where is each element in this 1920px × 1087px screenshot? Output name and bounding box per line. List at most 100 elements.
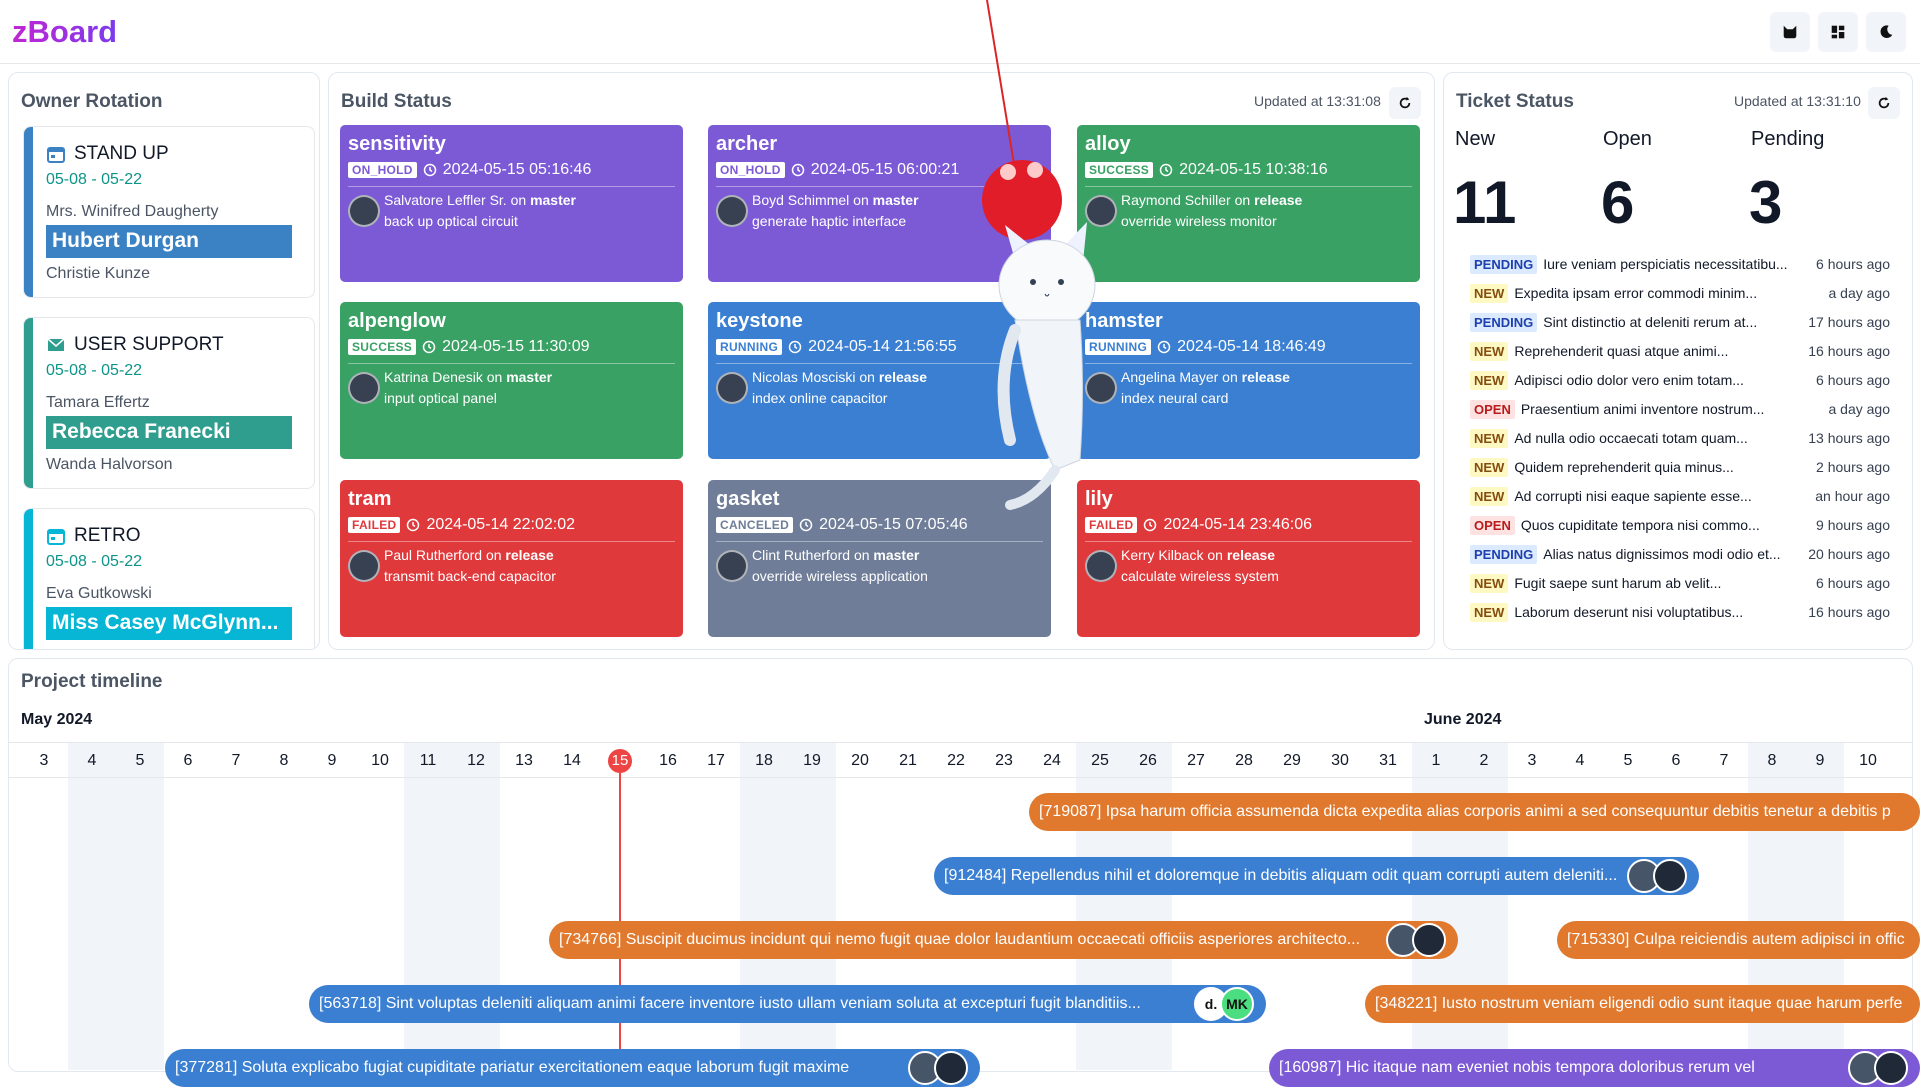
build-name: sensitivity: [348, 133, 446, 155]
build-author: Nicolas Mosciski: [752, 369, 856, 385]
build-author-line: Angelina Mayer on release: [1121, 369, 1290, 385]
ticket-time: a day ago: [1828, 401, 1891, 417]
build-time: 2024-05-14 18:46:49: [1177, 338, 1326, 355]
timeline-task[interactable]: [719087] Ipsa harum officia assumenda di…: [1029, 793, 1920, 831]
avatar: [1874, 1051, 1908, 1085]
ticket-row[interactable]: NEW Fugit saepe sunt harum ab velit... 6 h…: [1470, 571, 1890, 595]
build-status-badge: CANCELED: [716, 517, 794, 533]
ticket-row[interactable]: NEW Ad nulla odio occaecati totam quam...…: [1470, 426, 1890, 450]
build-author-line: Paul Rutherford on release: [384, 547, 554, 563]
build-time: 2024-05-14 21:56:55: [808, 338, 957, 355]
weekend-column: [68, 742, 116, 1070]
ticket-count-label-pending: Pending: [1751, 128, 1825, 150]
avatar: [934, 1051, 968, 1085]
ticket-status-badge: OPEN: [1470, 515, 1515, 535]
build-on-text: on: [1207, 547, 1223, 563]
ticket-row[interactable]: NEW Reprehenderit quasi atque animi... 16 …: [1470, 339, 1890, 363]
day-label: 26: [1139, 752, 1157, 769]
day-label: 10: [371, 752, 389, 769]
build-author-line: Katrina Denesik on master: [384, 369, 552, 385]
build-card[interactable]: alpenglow SUCCESS 2024-05-15 11:30:09 Katri…: [340, 302, 683, 459]
day-label: 28: [1235, 752, 1253, 769]
ticket-title: Fugit saepe sunt harum ab velit...: [1514, 575, 1722, 591]
build-time: 2024-05-15 06:00:21: [810, 161, 960, 178]
app-logo[interactable]: zBoard: [12, 14, 117, 50]
day-label: 21: [899, 752, 917, 769]
build-author: Raymond Schiller: [1121, 192, 1231, 208]
avatar: MK: [1220, 987, 1254, 1021]
build-card[interactable]: lily FAILED 2024-05-14 23:46:06 Kerry Kilba…: [1077, 480, 1420, 637]
build-branch: release: [878, 369, 928, 385]
rotation-previous-owner: Eva Gutkowski: [46, 585, 152, 602]
rotation-current-owner: Miss Casey McGlynn...: [46, 607, 292, 640]
ticket-time: an hour ago: [1815, 488, 1890, 504]
ticket-row[interactable]: NEW Expedita ipsam error commodi minim...…: [1470, 281, 1890, 305]
day-label: 4: [1575, 752, 1585, 769]
build-time: 2024-05-15 07:05:46: [819, 516, 968, 533]
rotation-next-owner: Christie Kunze: [46, 265, 151, 282]
build-time: 2024-05-15 11:30:09: [442, 338, 590, 355]
day-label: 18: [755, 752, 773, 769]
build-status-panel: Build Status Updated at 13:31:08 sensiti…: [328, 72, 1435, 650]
timeline-task[interactable]: [563718] Sint voluptas deleniti aliquam …: [309, 985, 1266, 1023]
timeline-task[interactable]: [912484] Repellendus nihil et doloremque…: [934, 857, 1699, 895]
rotation-header: USER SUPPORT: [46, 334, 224, 356]
build-card[interactable]: sensitivity ON_HOLD 2024-05-15 05:16:46 Sal…: [340, 125, 683, 282]
day-label: 11: [419, 752, 437, 769]
dashboard-button[interactable]: [1818, 12, 1858, 52]
timeline-task[interactable]: [348221] Iusto nostrum veniam eligendi o…: [1365, 985, 1920, 1023]
ticket-row[interactable]: NEW Quidem reprehenderit quia minus... 2 h…: [1470, 455, 1890, 479]
rotation-dates: 05-08 - 05-22: [46, 553, 143, 570]
clock-icon: [1159, 163, 1173, 177]
ticket-time: 6 hours ago: [1816, 256, 1890, 272]
timeline-task[interactable]: [377281] Soluta explicabo fugiat cupidit…: [165, 1049, 980, 1087]
rotation-previous-owner: Tamara Effertz: [46, 394, 150, 411]
ticket-row[interactable]: OPEN Quos cupiditate tempora nisi commo..…: [1470, 513, 1890, 537]
build-card[interactable]: tram FAILED 2024-05-14 22:02:02 Paul Ruther…: [340, 480, 683, 637]
ticket-row[interactable]: NEW Ad corrupti nisi eaque sapiente esse.…: [1470, 484, 1890, 508]
build-description: back up optical circuit: [384, 213, 518, 229]
ticket-row[interactable]: PENDING Alias natus dignissimos modi odio…: [1470, 542, 1890, 566]
timeline-task[interactable]: [160987] Hic itaque nam eveniet nobis te…: [1269, 1049, 1920, 1087]
build-description: calculate wireless system: [1121, 568, 1279, 584]
build-card[interactable]: alloy SUCCESS 2024-05-15 10:38:16 Raymond S…: [1077, 125, 1420, 282]
build-branch: release: [1241, 369, 1290, 385]
ticket-status-title: Ticket Status: [1456, 91, 1574, 112]
ticket-row[interactable]: NEW Adipisci odio dolor vero enim totam..…: [1470, 368, 1890, 392]
dark-mode-button[interactable]: [1866, 12, 1906, 52]
ticket-row[interactable]: NEW Laborum deserunt nisi voluptatibus...…: [1470, 600, 1890, 624]
build-branch: release: [1254, 192, 1303, 208]
timeline-title: Project timeline: [21, 671, 163, 692]
month-label-june: June 2024: [1424, 711, 1502, 728]
day-label: 13: [515, 752, 533, 769]
build-refresh-button[interactable]: [1389, 87, 1421, 119]
build-description: generate haptic interface: [752, 213, 907, 229]
cat-toggle-button[interactable]: [1770, 12, 1810, 52]
mail-icon: [47, 338, 65, 351]
ticket-row[interactable]: OPEN Praesentium animi inventore nostrum.…: [1470, 397, 1890, 421]
build-branch: master: [506, 369, 553, 385]
ticket-row[interactable]: PENDING Sint distinctio at deleniti rerum…: [1470, 310, 1890, 334]
ticket-status-badge: NEW: [1470, 573, 1509, 593]
build-status-badge: RUNNING: [716, 339, 783, 355]
ticket-title: Adipisci odio dolor vero enim totam...: [1514, 372, 1744, 388]
build-card[interactable]: hamster RUNNING 2024-05-14 18:46:49 Angelin…: [1077, 302, 1420, 459]
build-meta: RUNNING 2024-05-14 21:56:55: [716, 338, 957, 356]
avatar: [348, 372, 380, 404]
clock-icon: [422, 340, 436, 354]
ticket-refresh-button[interactable]: [1868, 87, 1900, 119]
rotation-card-standup: STAND UP 05-08 - 05-22 Mrs. Winifred Dau…: [23, 126, 315, 298]
build-divider: [348, 363, 675, 364]
timeline-task[interactable]: [715330] Culpa reiciendis autem adipisci…: [1557, 921, 1920, 959]
avatar: [1085, 550, 1117, 582]
build-on-text: on: [486, 369, 503, 385]
ticket-title: Sint distinctio at deleniti rerum at...: [1543, 314, 1758, 330]
build-name: gasket: [716, 488, 780, 510]
ticket-status-badge: NEW: [1470, 602, 1509, 622]
build-name: keystone: [716, 310, 803, 332]
cat-mascot-icon: [982, 0, 1096, 510]
ticket-time: 20 hours ago: [1808, 546, 1890, 562]
day-label: 5: [135, 752, 145, 769]
ticket-row[interactable]: PENDING Iure veniam perspiciatis necessit…: [1470, 252, 1890, 276]
timeline-task[interactable]: [734766] Suscipit ducimus incidunt qui n…: [549, 921, 1458, 959]
